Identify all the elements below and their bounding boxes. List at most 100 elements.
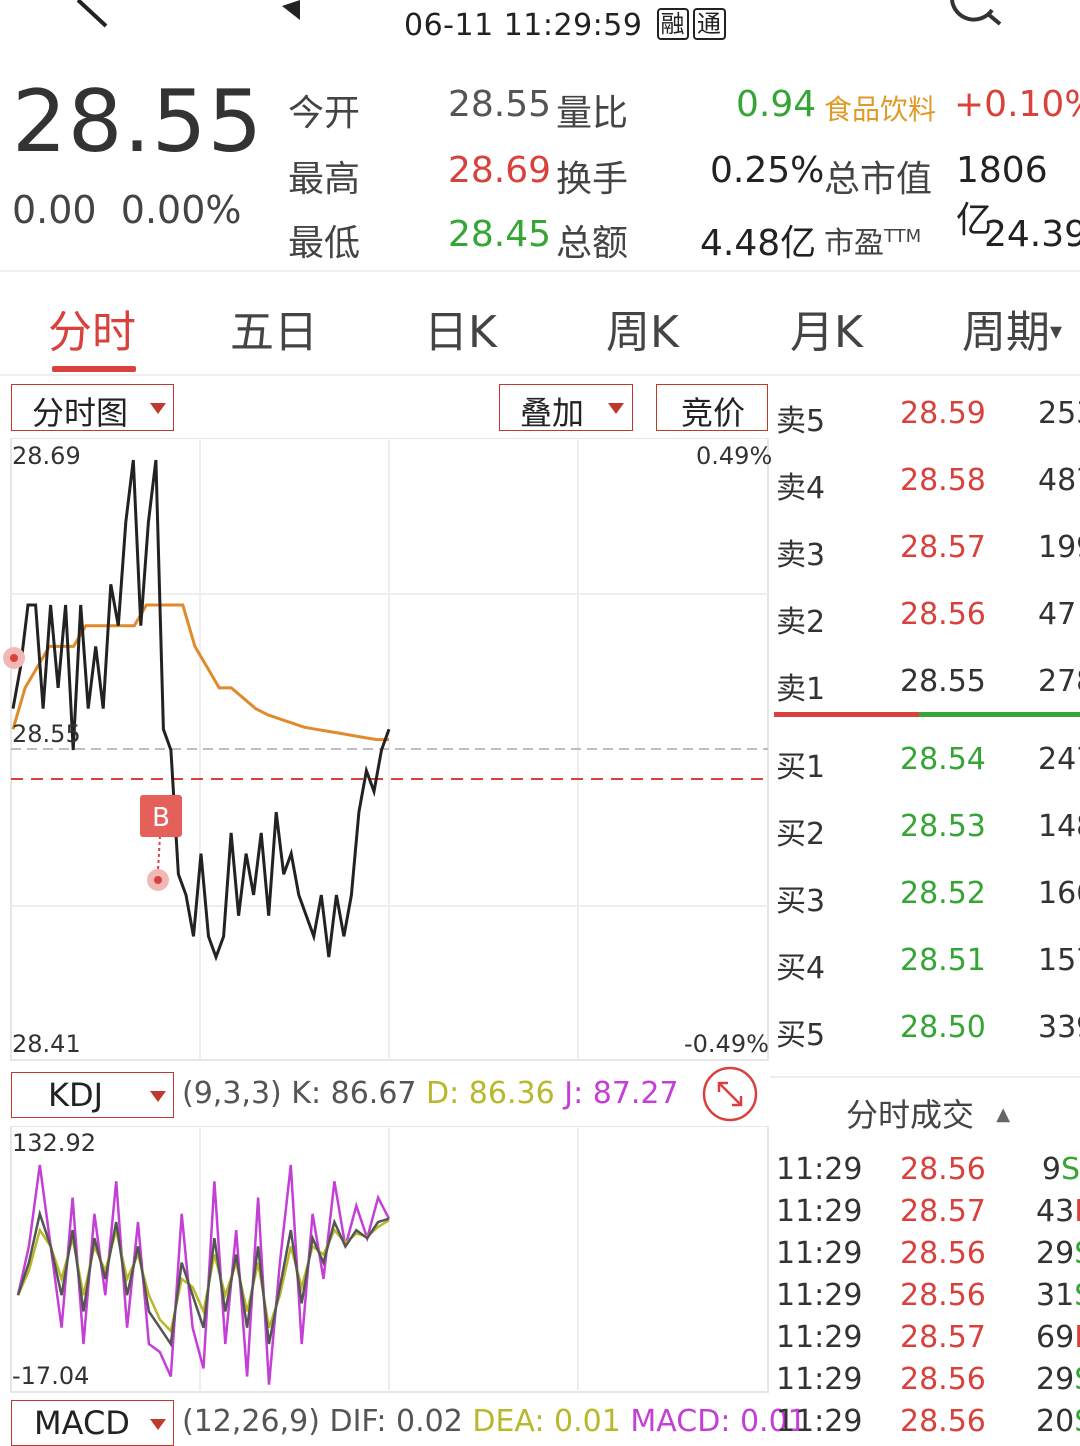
ask-volume: 253 (1038, 396, 1080, 431)
tab-monthly-k[interactable]: 月K (790, 296, 863, 360)
tab-daily-k[interactable]: 日K (424, 296, 497, 360)
pe-label: 市盈TTM (824, 218, 921, 262)
y-axis-right-min: -0.49% (684, 1030, 769, 1058)
bid-row[interactable]: 买1 28.54 247 (770, 734, 1080, 785)
volume-ratio-value: 0.94 (736, 84, 817, 125)
change-percent: 0.00% (120, 188, 242, 232)
bid-row[interactable]: 买3 28.52 166 (770, 868, 1080, 919)
low-value: 28.45 (448, 214, 552, 255)
trade-time: 11:29 (776, 1152, 863, 1187)
ask-row[interactable]: 卖5 28.59 253 (770, 388, 1080, 439)
search-icon[interactable] (944, 0, 1004, 30)
bid-price: 28.54 (900, 742, 986, 777)
sector-name[interactable]: 食品饮料 (824, 88, 936, 128)
tab-period-label: 周期 (962, 307, 1050, 358)
macd-indicator-label: MACD (34, 1404, 130, 1442)
tab-weekly-k[interactable]: 周K (606, 296, 679, 360)
bid-level-label: 买1 (776, 750, 826, 785)
datetime-text: 06-11 11:29:59 (404, 8, 643, 43)
tab-intraday[interactable]: 分时 (48, 296, 136, 360)
chart-mode-select[interactable]: 分时图 (11, 384, 174, 432)
trade-row: 11:29 28.56 20S (770, 1404, 1080, 1444)
trade-marker-dot (154, 876, 162, 884)
ask-price: 28.58 (900, 463, 986, 498)
kdj-chart[interactable] (0, 1126, 770, 1396)
ask-volume-bar (774, 712, 919, 717)
tab-period[interactable]: 周期▾ (962, 296, 1062, 360)
ask-row[interactable]: 卖4 28.58 487 (770, 455, 1080, 506)
quote-datetime: 06-11 11:29:59 融通 (404, 8, 726, 43)
open-value: 28.55 (448, 84, 552, 125)
prev-stock-icon[interactable] (280, 0, 302, 22)
ask-row[interactable]: 卖2 28.56 47 (770, 589, 1080, 640)
trades-title[interactable]: 分时成交 ▲ (846, 1090, 1010, 1136)
bid-row[interactable]: 买4 28.51 157 (770, 935, 1080, 986)
trade-side: B (1074, 1194, 1080, 1229)
trade-price: 28.56 (900, 1404, 986, 1439)
bid-level-label: 买5 (776, 1018, 826, 1053)
dropdown-arrow-icon (150, 1419, 166, 1430)
dropdown-arrow-icon (150, 403, 166, 414)
expand-icon[interactable] (702, 1066, 758, 1122)
ask-volume: 47 (1038, 597, 1077, 632)
trade-volume: 69B (1036, 1320, 1080, 1355)
event-marker-dot (10, 654, 18, 662)
trade-row: 11:29 28.56 31S (770, 1278, 1080, 1318)
trade-side: S (1074, 1278, 1080, 1313)
bid-level-label: 买4 (776, 951, 826, 986)
trade-row: 11:29 28.57 43B (770, 1194, 1080, 1234)
trade-side: S (1074, 1362, 1080, 1397)
bid-volume: 148 (1038, 809, 1080, 844)
bid-row[interactable]: 买2 28.53 148 (770, 801, 1080, 852)
orderbook-divider (770, 1076, 1080, 1078)
tab-five-day[interactable]: 五日 (230, 296, 318, 360)
kdj-axis-min: -17.04 (12, 1362, 90, 1390)
buy-marker-label: B (152, 803, 170, 833)
auction-button[interactable]: 竞价 (656, 384, 768, 432)
bid-level-label: 买2 (776, 817, 826, 852)
trade-side: S (1074, 1236, 1080, 1271)
macd-dea: DEA: 0.01 (472, 1404, 621, 1439)
ask-row[interactable]: 卖3 28.57 199 (770, 522, 1080, 573)
chart-mode-label: 分时图 (32, 394, 129, 432)
overlay-label: 叠加 (520, 394, 585, 432)
trade-volume-value: 43 (1036, 1194, 1075, 1229)
trade-row: 11:29 28.57 69B (770, 1320, 1080, 1360)
y-axis-max: 28.69 (12, 442, 81, 470)
trade-side: B (1074, 1320, 1080, 1355)
trade-side: S (1074, 1404, 1080, 1439)
ask-level-label: 卖3 (776, 538, 826, 573)
trade-price: 28.56 (900, 1362, 986, 1397)
trade-volume-value: 31 (1036, 1278, 1075, 1313)
market-cap-label: 总市值 (824, 159, 933, 200)
trade-side: S (1060, 1152, 1080, 1187)
bid-volume-bar (919, 712, 1080, 717)
trade-time: 11:29 (776, 1194, 863, 1229)
trade-row: 11:29 28.56 29S (770, 1362, 1080, 1402)
macd-params: (12,26,9) (182, 1404, 320, 1439)
back-icon[interactable] (74, 0, 114, 30)
turnover-value: 0.25% (710, 150, 825, 191)
kdj-values: (9,3,3) K: 86.67 D: 86.36 J: 87.27 (182, 1076, 679, 1111)
trade-volume: 29S (1036, 1362, 1080, 1397)
y-axis-min: 28.41 (12, 1030, 81, 1058)
bid-row[interactable]: 买5 28.50 339 (770, 1002, 1080, 1053)
trade-price: 28.57 (900, 1194, 986, 1229)
kdj-params: (9,3,3) (182, 1076, 282, 1111)
trade-volume-value: 9 (1041, 1152, 1061, 1187)
macd-indicator-select[interactable]: MACD (11, 1400, 174, 1446)
tabs-divider (0, 374, 1080, 376)
trades-title-label: 分时成交 (846, 1096, 975, 1134)
trade-row: 11:29 28.56 29S (770, 1236, 1080, 1276)
ask-price: 28.55 (900, 664, 986, 699)
triangle-up-icon: ▲ (996, 1104, 1011, 1125)
trade-volume: 9S (1036, 1152, 1080, 1187)
overlay-select[interactable]: 叠加 (499, 384, 633, 432)
ask-row[interactable]: 卖1 28.55 278 (770, 656, 1080, 707)
trade-volume: 29S (1036, 1236, 1080, 1271)
price-change: 0.00 0.00% (12, 188, 242, 232)
kdj-indicator-select[interactable]: KDJ (11, 1072, 174, 1118)
intraday-chart[interactable]: B (0, 438, 770, 1068)
ask-volume: 199 (1038, 530, 1080, 565)
bid-price: 28.53 (900, 809, 986, 844)
